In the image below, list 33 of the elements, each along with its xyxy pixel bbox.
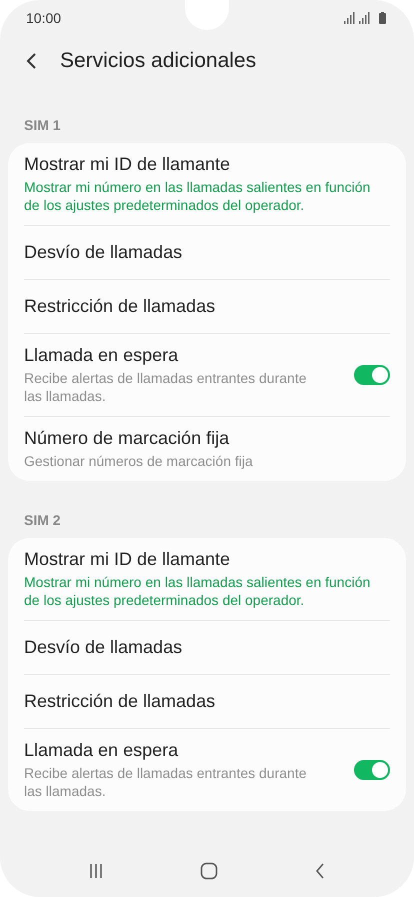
setting-title: Mostrar mi ID de llamante xyxy=(24,549,232,570)
setting-title: Mostrar mi ID de llamante xyxy=(24,154,232,175)
setting-title: Llamada en espera xyxy=(24,740,180,761)
setting-title: Restricción de llamadas xyxy=(24,691,216,712)
settings-row[interactable]: Desvío de llamadas xyxy=(24,225,390,279)
settings-row[interactable]: Llamada en espera Recibe alertas de llamadas entrantes durante las llamadas. xyxy=(24,728,390,811)
setting-description: Gestionar números de marcación fija xyxy=(24,452,254,470)
setting-title: Restricción de llamadas xyxy=(24,296,216,317)
toggle-switch[interactable] xyxy=(354,760,390,780)
setting-description: Recibe alertas de llamadas entrantes durante las llamadas. xyxy=(24,369,308,405)
page-title: Servicios adicionales xyxy=(60,49,256,73)
status-icons-drawing xyxy=(344,12,388,24)
home-button[interactable] xyxy=(200,862,218,880)
back-nav-button[interactable] xyxy=(314,863,326,879)
settings-row[interactable]: Mostrar mi ID de llamante Mostrar mi número en las llamadas salientes en función de los ajustes predeterminados del operador. xyxy=(24,143,390,225)
settings-row[interactable]: Mostrar mi ID de llamante Mostrar mi número en las llamadas salientes en función de los ajustes predeterminados del operador. xyxy=(24,538,390,620)
setting-title: Desvío de llamadas xyxy=(24,242,184,263)
setting-title: Llamada en espera xyxy=(24,345,180,366)
toggle-switch[interactable] xyxy=(354,365,390,385)
setting-description: Recibe alertas de llamadas entrantes durante las llamadas. xyxy=(24,764,308,800)
settings-row[interactable]: Restricción de llamadas xyxy=(24,674,390,728)
settings-row[interactable]: Llamada en espera Recibe alertas de llamadas entrantes durante las llamadas. xyxy=(24,333,390,416)
settings-row[interactable]: Desvío de llamadas xyxy=(24,620,390,674)
section-label: SIM 1 xyxy=(23,116,62,135)
setting-title: Desvío de llamadas xyxy=(24,637,184,658)
setting-title: Número de marcación fija xyxy=(24,428,230,449)
settings-row[interactable]: Número de marcación fija Gestionar números de marcación fija xyxy=(24,416,390,481)
setting-description: Mostrar mi número en las llamadas salientes en función de los ajustes predeterminados del operador. xyxy=(24,178,372,214)
setting-description: Mostrar mi número en las llamadas salientes en función de los ajustes predeterminados del operador. xyxy=(24,573,372,609)
section-label: SIM 2 xyxy=(23,511,62,530)
settings-row[interactable]: Restricción de llamadas xyxy=(24,279,390,333)
status-time: 10:00 xyxy=(26,10,62,26)
recents-button[interactable] xyxy=(88,863,104,879)
